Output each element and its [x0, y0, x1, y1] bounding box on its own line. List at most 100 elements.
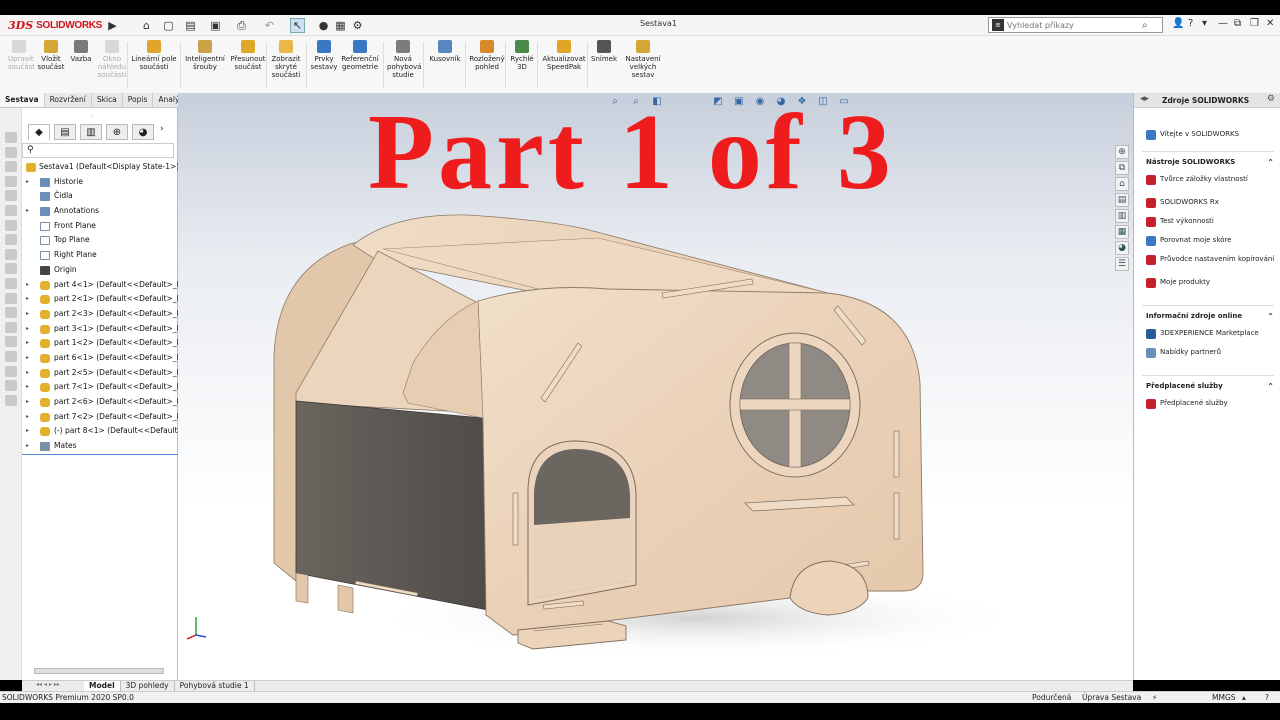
command-tab[interactable]: Skica	[92, 93, 123, 107]
tree-item[interactable]: ▸ Historie	[22, 175, 178, 190]
tree-item[interactable]: Top Plane	[22, 233, 178, 248]
ribbon-button-15[interactable]: Snímek	[591, 40, 617, 63]
menu-expand-icon[interactable]: ▶	[105, 18, 120, 33]
select-icon[interactable]: ↖	[290, 18, 305, 33]
tree-item[interactable]: Čidla	[22, 189, 178, 204]
left-strip-tool-icon[interactable]	[5, 263, 17, 275]
tree-item[interactable]: ▸ part 2<1> (Default<<Default>_Dis	[22, 292, 178, 307]
help-dropdown-icon[interactable]: ▾	[1202, 18, 1207, 29]
tab-property-manager[interactable]: ▤	[54, 124, 76, 140]
ribbon-button-14[interactable]: Aktualizovat SpeedPak	[541, 40, 587, 71]
tab-feature-manager[interactable]: ◆	[28, 124, 50, 140]
expand-arrow-icon[interactable]: ▸	[26, 439, 29, 454]
ribbon-button-16[interactable]: Nastavení velkých sestav	[623, 40, 663, 79]
left-strip-tool-icon[interactable]	[5, 175, 17, 187]
tab-dimxpert-manager[interactable]: ⊕	[106, 124, 128, 140]
status-help-icon[interactable]: ?	[1265, 693, 1269, 702]
task-pane-resources-icon[interactable]: ⊕	[1115, 145, 1129, 159]
left-strip-tool-icon[interactable]	[5, 161, 17, 173]
collapse-chevron-icon[interactable]: ⌃	[1267, 158, 1274, 167]
panel-pin-icon[interactable]: ◦	[90, 112, 95, 121]
task-pane-link[interactable]: 3DEXPERIENCE Marketplace	[1146, 329, 1276, 339]
welcome-link[interactable]: Vítejte v SOLIDWORKS	[1146, 130, 1239, 140]
left-strip-tool-icon[interactable]	[5, 292, 17, 304]
ribbon-button-10[interactable]: Nová pohybová studie	[387, 40, 421, 79]
user-icon[interactable]: 👤	[1172, 18, 1184, 29]
filter-icon[interactable]: ⚲	[27, 145, 34, 155]
collapse-chevron-icon[interactable]: ⌃	[1267, 312, 1274, 321]
tabs-more-icon[interactable]: ›	[160, 124, 164, 141]
tree-filter[interactable]: ⚲	[22, 143, 174, 158]
command-tab[interactable]: Rozvržení	[45, 93, 92, 107]
task-pane-link[interactable]: Nabídky partnerů	[1146, 348, 1276, 358]
ribbon-button-3[interactable]: Okno náhledu součásti	[97, 40, 127, 79]
tree-item[interactable]: Origin	[22, 263, 178, 278]
minimize-icon[interactable]: —	[1218, 18, 1228, 29]
graphics-viewport[interactable]: ⌕ ⌕ ◧ ◩ ▣ ◉ ◕ ❖ ◫ ▭ Part 1 of 3 ⊕ ⧉ ⌂ ▤ …	[178, 93, 1133, 680]
task-pane-section-header[interactable]: Předplacené služby ⌃	[1146, 382, 1274, 391]
task-pane-palette-icon[interactable]: ▦	[1115, 225, 1129, 239]
left-strip-tool-icon[interactable]	[5, 380, 17, 392]
tree-horizontal-scrollbar[interactable]	[34, 668, 164, 674]
task-pane-section-header[interactable]: Informační zdroje online ⌃	[1146, 312, 1274, 321]
left-strip-tool-icon[interactable]	[5, 278, 17, 289]
tab-scroll-arrows-icon[interactable]: ◂◂ ◂ ▸ ▸▸	[22, 681, 84, 691]
task-pane-appearance-icon[interactable]: ◕	[1115, 241, 1129, 255]
left-strip-tool-icon[interactable]	[5, 307, 17, 319]
ribbon-button-8[interactable]: Prvky sestavy	[310, 40, 338, 71]
command-search[interactable]: ≡ ⌕	[988, 17, 1163, 33]
bottom-tab[interactable]: Pohybová studie 1	[175, 681, 255, 691]
tree-item[interactable]: ▸ part 2<6> (Default<<Default>_Dis	[22, 395, 178, 410]
tree-root-assembly[interactable]: Sestava1 (Default<Display State-1>)	[22, 160, 178, 175]
expand-arrow-icon[interactable]: ▸	[26, 175, 29, 190]
task-pane-link[interactable]: Předplacené služby	[1146, 399, 1276, 409]
tree-item[interactable]: ▸ part 7<2> (Default<<Default>_Dis	[22, 410, 178, 425]
close-icon[interactable]: ✕	[1266, 18, 1274, 29]
left-strip-tool-icon[interactable]	[5, 146, 17, 158]
restore-icon[interactable]: ❐	[1250, 18, 1259, 29]
left-strip-tool-icon[interactable]	[5, 219, 17, 231]
file-properties-icon[interactable]: ▦	[333, 18, 348, 33]
home-icon[interactable]: ⌂	[139, 18, 154, 33]
task-pane-link[interactable]: Porovnat moje skóre	[1146, 236, 1276, 246]
rebuild-icon[interactable]: ⚡	[1152, 693, 1157, 702]
left-strip-tool-icon[interactable]	[5, 248, 17, 260]
task-pane-link[interactable]: Moje produkty	[1146, 278, 1276, 288]
task-pane-3dcontent-icon[interactable]: ⧉	[1115, 161, 1129, 175]
ribbon-button-6[interactable]: Přesunout součást	[229, 40, 267, 71]
search-input[interactable]	[1007, 20, 1142, 30]
task-pane-link[interactable]: SOLIDWORKS Rx	[1146, 198, 1276, 208]
tree-item[interactable]: ▸ part 6<1> (Default<<Default>_Dis	[22, 351, 178, 366]
tree-item[interactable]: ▸ Mates	[22, 439, 178, 454]
tree-item[interactable]: Front Plane	[22, 219, 178, 234]
tree-item[interactable]: Right Plane	[22, 248, 178, 263]
tree-item[interactable]: ▸ part 3<1> (Default<<Default>_Dis	[22, 322, 178, 337]
task-pane-section-header[interactable]: Nástroje SOLIDWORKS ⌃	[1146, 158, 1274, 167]
left-strip-tool-icon[interactable]	[5, 132, 17, 143]
traffic-light-icon[interactable]: ●	[316, 18, 331, 33]
tree-item[interactable]: ▸ (-) part 8<1> (Default<<Default>_	[22, 424, 178, 439]
tile-icon[interactable]: ⧉	[1234, 18, 1241, 29]
ribbon-button-11[interactable]: Kusovník	[427, 40, 463, 63]
task-pane-link[interactable]: Tvůrce záložky vlastností	[1146, 175, 1276, 185]
left-strip-tool-icon[interactable]	[5, 321, 17, 333]
bottom-tab[interactable]: Model	[84, 681, 121, 691]
left-strip-tool-icon[interactable]	[5, 336, 17, 348]
expand-arrow-icon[interactable]: ▸	[26, 322, 29, 337]
ribbon-button-2[interactable]: Vazba	[70, 40, 92, 63]
left-strip-tool-icon[interactable]	[5, 365, 17, 377]
tree-item[interactable]: ▸ part 2<3> (Default<<Default>_Dis	[22, 307, 178, 322]
left-strip-tool-icon[interactable]	[5, 351, 17, 362]
undo-icon[interactable]: ↶	[262, 18, 277, 33]
save-icon[interactable]: ▣	[208, 18, 223, 33]
command-tab[interactable]: Sestava	[0, 93, 45, 107]
status-units[interactable]: MMGS	[1212, 693, 1236, 702]
left-strip-tool-icon[interactable]	[5, 394, 17, 406]
ribbon-button-4[interactable]: Lineární pole součásti	[130, 40, 178, 71]
search-scope-icon[interactable]: ≡	[992, 19, 1004, 31]
options-gear-icon[interactable]: ⚙	[350, 18, 365, 33]
left-strip-tool-icon[interactable]	[5, 205, 17, 216]
ribbon-button-9[interactable]: Referenční geometrie	[340, 40, 380, 71]
search-icon[interactable]: ⌕	[1142, 20, 1148, 31]
expand-arrow-icon[interactable]: ▸	[26, 395, 29, 410]
